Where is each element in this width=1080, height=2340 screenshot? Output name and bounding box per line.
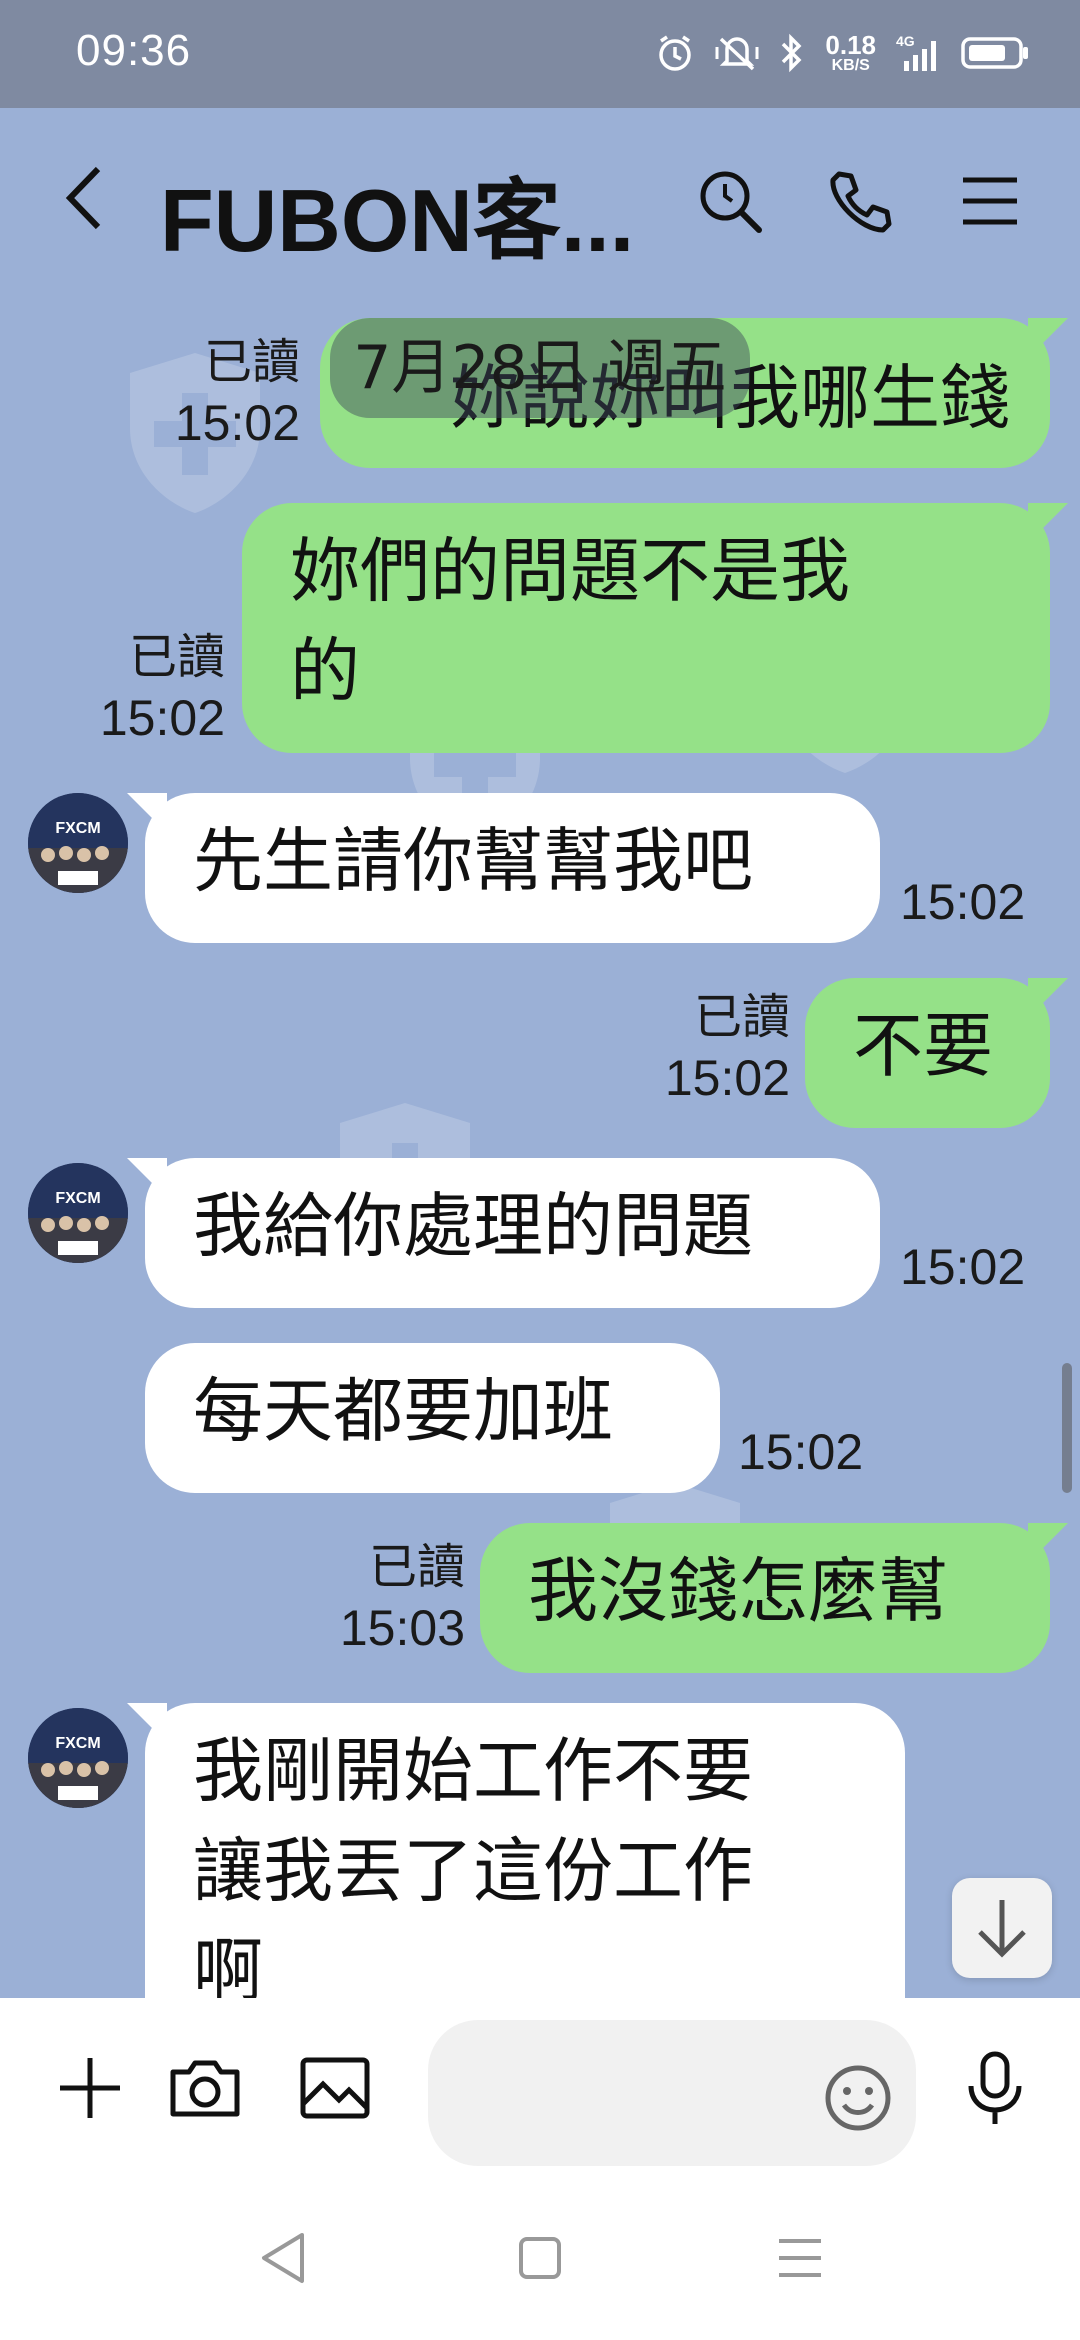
- square-home-icon: [519, 2237, 561, 2279]
- search-button[interactable]: [695, 166, 765, 236]
- message-time: 15:02: [174, 395, 300, 451]
- recents-icon: [779, 2239, 821, 2277]
- chevron-left-icon: [65, 166, 101, 230]
- message-time: 15:03: [339, 1600, 465, 1656]
- net-speed-value: 0.18: [825, 30, 876, 60]
- camera-button[interactable]: [165, 2048, 245, 2128]
- read-receipt: 已讀: [368, 1541, 465, 1594]
- chat-title: FUBON客...: [160, 171, 635, 270]
- message-bubble[interactable]: 先生請你幫幫我吧: [127, 793, 880, 943]
- input-bar: [0, 1998, 1080, 2178]
- message-time: 15:02: [664, 1050, 790, 1106]
- emoji-button[interactable]: [818, 2058, 898, 2138]
- avatar[interactable]: FXCM: [28, 1163, 128, 1263]
- microphone-icon: [968, 2051, 1022, 2124]
- status-icons: 0.18 KB/S 4G: [655, 28, 1030, 78]
- message-bubble[interactable]: 我給你處理的問題: [127, 1158, 880, 1308]
- avatar[interactable]: FXCM: [28, 793, 128, 893]
- menu-button[interactable]: [955, 166, 1025, 236]
- status-bar: 09:36 0.18 KB/S 4G: [0, 0, 1080, 108]
- message-input[interactable]: [428, 2020, 916, 2166]
- plus-icon: [60, 2058, 120, 2118]
- message-meta: 已讀 15:02: [75, 628, 225, 748]
- message-bubble[interactable]: 不要: [805, 978, 1068, 1128]
- message-bubble[interactable]: 每天都要加班: [145, 1343, 720, 1493]
- triangle-back-icon: [262, 2233, 304, 2283]
- voice-button[interactable]: [955, 2048, 1035, 2128]
- svg-text:FXCM: FXCM: [55, 1190, 100, 1207]
- message-time: 15:02: [900, 1239, 1026, 1295]
- emoji-icon: [825, 2065, 891, 2131]
- camera-icon: [170, 2060, 240, 2117]
- message-meta: 已讀 15:02: [150, 333, 300, 453]
- gallery-button[interactable]: [295, 2048, 375, 2128]
- add-button[interactable]: [50, 2048, 130, 2128]
- date-chip: 7月28日 週五: [330, 318, 750, 418]
- message-meta: 已讀 15:03: [315, 1538, 465, 1658]
- svg-text:FXCM: FXCM: [55, 820, 100, 837]
- search-icon: [700, 171, 762, 233]
- net-speed-unit: KB/S: [831, 57, 870, 74]
- read-receipt: 已讀: [203, 336, 300, 389]
- read-receipt: 已讀: [693, 991, 790, 1044]
- image-icon: [300, 2057, 370, 2119]
- mute-vibrate-icon: [715, 33, 759, 73]
- svg-text:4G: 4G: [896, 33, 915, 49]
- chat-header: FUBON客...: [0, 108, 1080, 288]
- net-speed: 0.18 KB/S: [825, 32, 876, 74]
- message-bubble[interactable]: 我剛開始工作不要 讓我丟了這份工作 啊: [127, 1703, 905, 1998]
- message-meta: 已讀 15:02: [640, 988, 790, 1108]
- message-time: 15:02: [99, 690, 225, 746]
- back-button[interactable]: [60, 163, 110, 233]
- signal-icon: 4G: [896, 33, 940, 73]
- chat-area[interactable]: 妳說妳叫我哪生錢 7月28日 週五 已讀 15:02 妳們的問題不是我 的 已讀…: [0, 288, 1080, 1998]
- nav-back-button[interactable]: [250, 2223, 320, 2293]
- message-bubble[interactable]: 妳們的問題不是我 的: [242, 503, 1068, 753]
- phone-icon: [830, 171, 892, 233]
- message-bubble[interactable]: 我沒錢怎麼幫: [480, 1523, 1068, 1673]
- svg-text:FXCM: FXCM: [55, 1735, 100, 1752]
- scroll-indicator[interactable]: [1062, 1363, 1072, 1493]
- bluetooth-icon: [779, 33, 805, 73]
- alarm-icon: [655, 33, 695, 73]
- read-receipt: 已讀: [128, 631, 225, 684]
- message-time: 15:02: [738, 1424, 864, 1480]
- nav-recents-button[interactable]: [765, 2223, 835, 2293]
- scroll-down-button[interactable]: [952, 1878, 1052, 1978]
- status-time: 09:36: [76, 26, 192, 75]
- hamburger-icon: [963, 177, 1017, 225]
- nav-home-button[interactable]: [505, 2223, 575, 2293]
- battery-icon: [960, 33, 1030, 73]
- avatar[interactable]: FXCM: [28, 1708, 128, 1808]
- call-button[interactable]: [825, 166, 895, 236]
- message-time: 15:02: [900, 874, 1026, 930]
- arrow-down-icon: [978, 1900, 1026, 1958]
- navigation-bar: [0, 2178, 1080, 2340]
